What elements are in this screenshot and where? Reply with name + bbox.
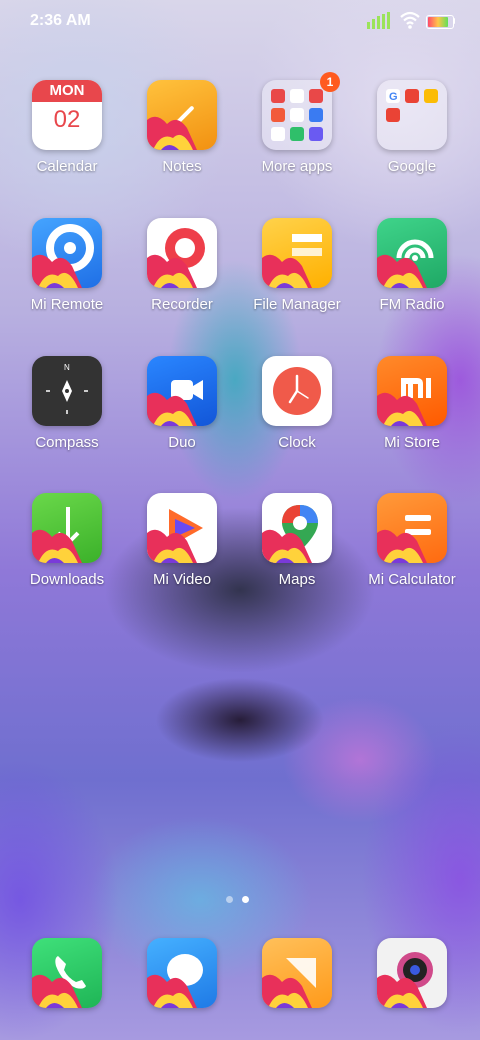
download-icon — [32, 493, 102, 563]
dock — [0, 938, 480, 1018]
calculator-icon — [377, 493, 447, 563]
app-label: Recorder — [151, 296, 213, 313]
app-label: Maps — [278, 571, 316, 588]
battery-level — [428, 17, 448, 27]
phone-icon — [32, 938, 102, 1008]
gallery-icon — [262, 938, 332, 1008]
folder-file-icon — [262, 218, 332, 288]
wifi-icon — [400, 11, 420, 29]
app-label: Mi Store — [384, 434, 440, 451]
app-label: Clock — [278, 434, 316, 451]
app-label: Notes — [162, 158, 202, 175]
message-icon — [147, 938, 217, 1008]
notification-badge: 1 — [320, 72, 340, 92]
page-dot[interactable] — [226, 896, 233, 903]
remote-icon — [32, 218, 102, 288]
calendar-weekday: MON — [32, 80, 102, 102]
app-label: Google — [387, 158, 437, 175]
app-label: Mi Remote — [30, 296, 104, 313]
mi-logo-icon — [377, 356, 447, 426]
status-bar: 2:36 AM — [0, 0, 480, 44]
app-label: Downloads — [29, 571, 105, 588]
notes-icon — [147, 80, 217, 150]
status-time: 2:36 AM — [30, 12, 91, 29]
battery-icon — [426, 15, 454, 29]
page-indicator[interactable] — [226, 896, 256, 906]
camera-icon — [377, 938, 447, 1008]
app-label: Mi Video — [152, 571, 212, 588]
radio-icon — [377, 218, 447, 288]
svg-text:N: N — [64, 363, 70, 372]
app-label: More apps — [261, 158, 333, 175]
calendar-day: 02 — [53, 106, 81, 133]
app-label: Calendar — [36, 158, 98, 175]
signal-icon — [367, 12, 390, 29]
play-icon — [147, 493, 217, 563]
app-label: FM Radio — [379, 296, 445, 313]
svg-text:G: G — [389, 91, 398, 103]
video-camera-icon — [147, 356, 217, 426]
calendar-icon: MON 02 — [32, 80, 102, 150]
recorder-icon — [147, 218, 217, 288]
app-label: File Manager — [253, 296, 341, 313]
page-dot-active[interactable] — [242, 896, 249, 903]
folder-icon: G — [377, 80, 447, 150]
battery-tip — [453, 18, 455, 24]
compass-icon: N — [32, 356, 102, 426]
map-pin-icon — [262, 493, 332, 563]
app-label: Duo — [168, 434, 196, 451]
app-label: Compass — [35, 434, 99, 451]
clock-icon — [262, 356, 332, 426]
app-label: Mi Calculator — [368, 571, 456, 588]
folder-icon: 1 — [262, 72, 340, 150]
